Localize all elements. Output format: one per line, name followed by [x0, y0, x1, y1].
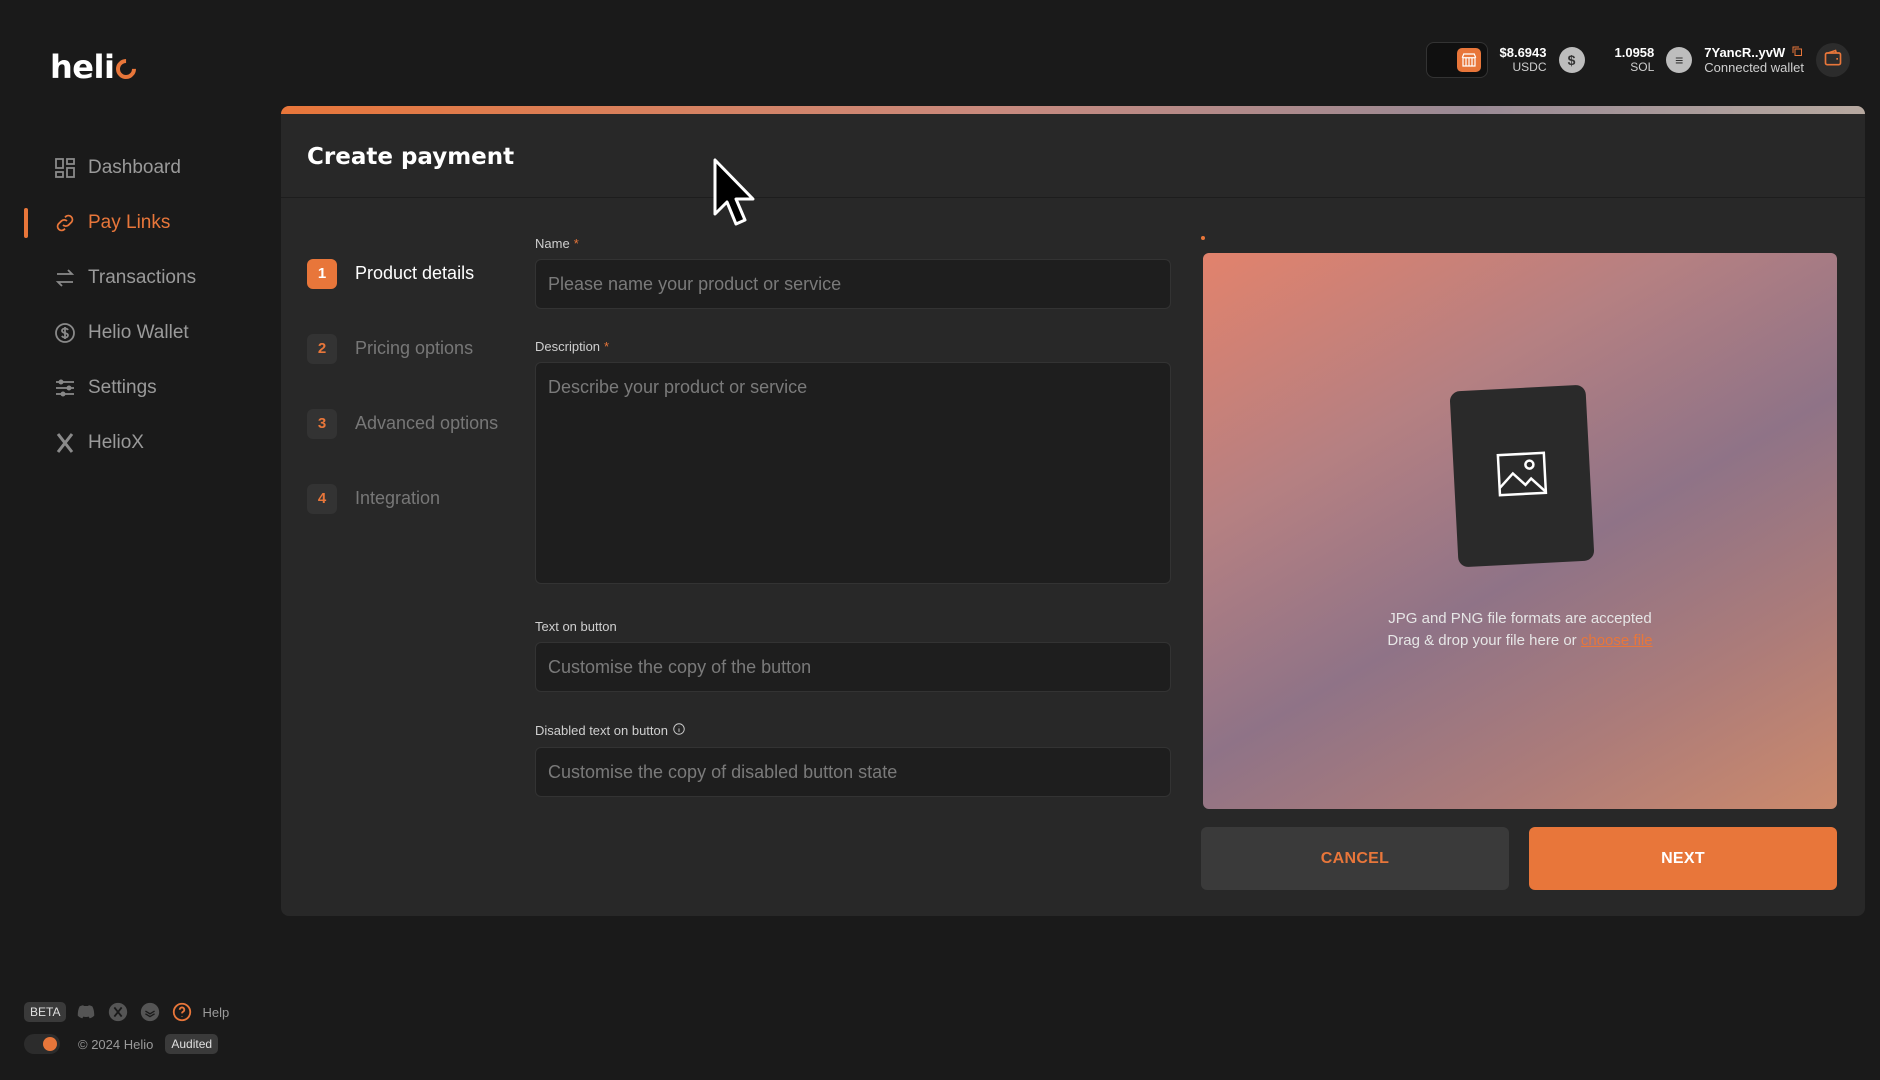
- button-text-label-text: Text on button: [535, 619, 617, 634]
- button-text-label: Text on button: [535, 619, 1171, 634]
- description-label: Description *: [535, 339, 1171, 354]
- step-label: Integration: [355, 488, 441, 508]
- sidebar-item-label: Dashboard: [88, 156, 181, 178]
- disabled-text-label: Disabled text on button: [535, 722, 1171, 739]
- wallet-button[interactable]: [1816, 43, 1850, 77]
- upload-drag-text: Drag & drop your file here or: [1387, 632, 1577, 649]
- upload-instructions: JPG and PNG file formats are accepted Dr…: [1203, 608, 1837, 652]
- discord-icon[interactable]: [74, 1000, 98, 1024]
- image-icon: [1495, 449, 1550, 503]
- store-icon: [1456, 48, 1481, 72]
- description-label-text: Description: [535, 339, 601, 354]
- page-title: Create payment: [307, 144, 515, 170]
- sol-label: SOL: [1630, 60, 1655, 74]
- step-integration[interactable]: 4 Integration: [307, 461, 498, 536]
- transfer-icon: [52, 265, 78, 291]
- sidebar-item-heliox[interactable]: HelioX: [0, 415, 270, 470]
- sidebar-item-pay-links[interactable]: Pay Links: [0, 195, 270, 250]
- info-icon[interactable]: [672, 722, 686, 739]
- copyright-text: © 2024 Helio: [78, 1036, 154, 1052]
- step-number: 3: [307, 408, 337, 439]
- x-logo-icon: [52, 430, 78, 456]
- create-payment-panel: Create payment 1 Product details 2 Prici…: [281, 106, 1865, 916]
- description-input[interactable]: [535, 362, 1171, 584]
- sidebar-footer: BETA Help © 2024 Helio Audited: [24, 1000, 229, 1054]
- wallet-label: Connected wallet: [1704, 60, 1804, 75]
- helio-logo[interactable]: heli: [50, 48, 141, 86]
- audited-badge[interactable]: Audited: [165, 1034, 219, 1054]
- wallet-address: 7YancR..yvW: [1704, 45, 1786, 60]
- sidebar-item-label: Transactions: [88, 266, 197, 288]
- twitter-x-icon[interactable]: [106, 1000, 130, 1024]
- required-dot: [1201, 236, 1205, 240]
- theme-toggle[interactable]: [24, 1034, 60, 1054]
- sidebar-item-settings[interactable]: Settings: [0, 360, 270, 415]
- disabled-text-input[interactable]: [535, 747, 1171, 797]
- name-input[interactable]: [535, 259, 1171, 309]
- sol-balance: 1.0958 SOL: [1615, 45, 1655, 75]
- required-mark: *: [604, 339, 610, 354]
- name-label: Name *: [535, 236, 1171, 251]
- usdc-label: USDC: [1512, 60, 1547, 74]
- step-list: 1 Product details 2 Pricing options 3 Ad…: [307, 236, 498, 536]
- sol-amount: 1.0958: [1614, 45, 1655, 60]
- beta-badge: BETA: [24, 1002, 67, 1022]
- choose-file-link[interactable]: choose file: [1581, 632, 1653, 649]
- sidebar-item-label: Helio Wallet: [88, 321, 189, 343]
- help-icon[interactable]: [170, 1000, 194, 1024]
- sidebar-item-label: HelioX: [88, 431, 144, 453]
- sidebar-item-helio-wallet[interactable]: Helio Wallet: [0, 305, 270, 360]
- dashboard-icon: [52, 155, 78, 181]
- product-details-form: Name * Description * Text on button Disa…: [535, 236, 1171, 827]
- wallet-icon: [1823, 48, 1843, 73]
- gitbook-icon[interactable]: [138, 1000, 162, 1024]
- sidebar-item-label: Settings: [88, 376, 157, 398]
- connected-wallet[interactable]: 7YancR..yvW Connected wallet: [1704, 45, 1804, 75]
- step-label: Product details: [355, 263, 475, 283]
- logo-o-mark: [112, 54, 141, 84]
- step-number: 2: [307, 333, 337, 364]
- cancel-button[interactable]: CANCEL: [1201, 827, 1509, 890]
- mouse-cursor-icon: [713, 158, 755, 226]
- step-pricing-options[interactable]: 2 Pricing options: [307, 311, 498, 386]
- step-label: Advanced options: [355, 413, 499, 433]
- image-placeholder-card: [1449, 384, 1595, 568]
- usdc-amount: $8.6943: [1499, 45, 1547, 60]
- button-text-input[interactable]: [535, 642, 1171, 692]
- sidebar-item-transactions[interactable]: Transactions: [0, 250, 270, 305]
- sol-coin-icon: ≡: [1666, 47, 1693, 73]
- sliders-icon: [52, 375, 78, 401]
- usdc-balance: $8.6943 USDC: [1500, 45, 1547, 75]
- panel-header: Create payment: [281, 114, 1865, 198]
- merchant-store-button[interactable]: [1425, 42, 1488, 78]
- usdc-coin-icon: $: [1558, 47, 1585, 73]
- sidebar-item-label: Pay Links: [88, 211, 171, 233]
- upload-formats-text: JPG and PNG file formats are accepted: [1388, 610, 1652, 627]
- link-icon: [52, 210, 78, 236]
- step-product-details[interactable]: 1 Product details: [307, 236, 498, 311]
- step-advanced-options[interactable]: 3 Advanced options: [307, 386, 498, 461]
- required-mark: *: [573, 236, 579, 251]
- step-number: 1: [307, 258, 337, 289]
- dollar-icon: [52, 320, 78, 346]
- topbar: $8.6943 USDC $ 1.0958 SOL ≡ 7YancR..yvW …: [1425, 42, 1850, 78]
- disabled-text-label-text: Disabled text on button: [535, 723, 668, 738]
- next-button[interactable]: NEXT: [1529, 827, 1837, 890]
- name-label-text: Name: [535, 236, 570, 251]
- sidebar-nav: Dashboard Pay Links Transactions Helio W…: [0, 140, 270, 470]
- help-link[interactable]: Help: [202, 1005, 229, 1020]
- progress-gradient-bar: [281, 106, 1865, 114]
- copy-icon[interactable]: [1791, 45, 1803, 60]
- logo-text: heli: [50, 48, 115, 86]
- step-number: 4: [307, 483, 337, 514]
- step-label: Pricing options: [355, 338, 474, 358]
- sidebar-item-dashboard[interactable]: Dashboard: [0, 140, 270, 195]
- image-upload-dropzone[interactable]: JPG and PNG file formats are accepted Dr…: [1203, 253, 1837, 809]
